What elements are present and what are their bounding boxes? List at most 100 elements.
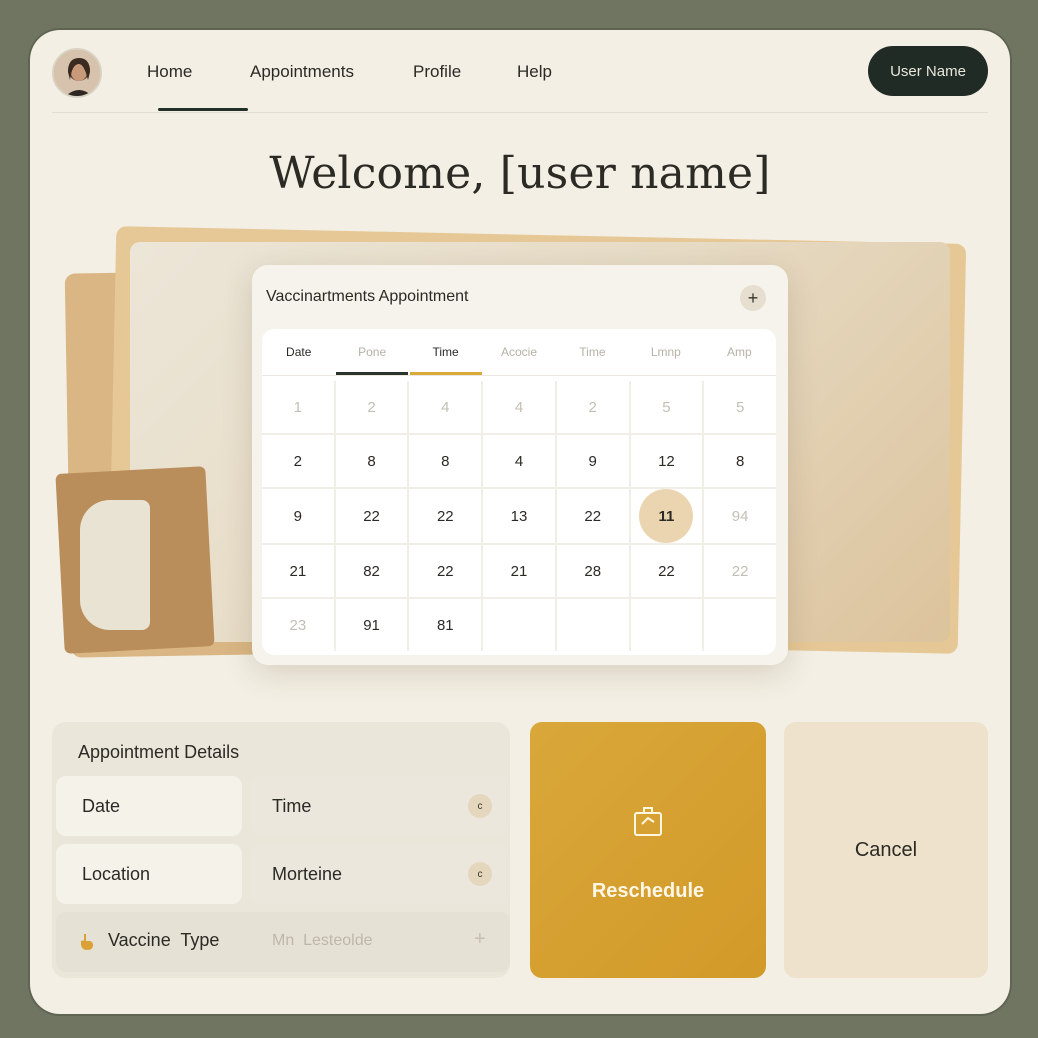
- calendar-column-header[interactable]: Acocie: [482, 329, 555, 375]
- calendar-day-cell[interactable]: 8: [335, 435, 408, 487]
- time-label: Time: [272, 795, 312, 816]
- calendar-day-cell[interactable]: 22: [704, 545, 776, 597]
- top-nav: Home Appointments Profile Help User Name: [30, 30, 1010, 113]
- calendar-day-number: 1: [293, 398, 303, 416]
- calendar-day-cell[interactable]: 2: [262, 435, 334, 487]
- selected-day-indicator[interactable]: 11: [639, 489, 694, 543]
- calendar-body: 1 2 4 4 2 5 5 2 8 8 4 9 12 8 9 22 22 13 22 11 94 21 82 22 21 28 22…: [262, 381, 776, 651]
- calendar-header-row: Date Pone Time Acocie Time Lmnp Amp: [262, 329, 776, 375]
- calendar-day-cell[interactable]: [704, 599, 776, 651]
- cancel-button[interactable]: Cancel: [784, 722, 988, 978]
- calendar-day-number: 5: [662, 398, 671, 416]
- calendar-day-cell[interactable]: 4: [483, 435, 555, 487]
- calendar-day-number: 22: [731, 562, 749, 580]
- calendar-day-cell[interactable]: [630, 599, 703, 651]
- app-frame: Home Appointments Profile Help User Name…: [30, 30, 1010, 1014]
- calendar-column-header[interactable]: Amp: [703, 329, 776, 375]
- reschedule-label: Reschedule: [591, 880, 705, 902]
- calendar-day-cell[interactable]: 22: [335, 489, 408, 543]
- calendar-day-number: 81: [436, 616, 454, 634]
- location-selector-icon[interactable]: c: [468, 862, 492, 886]
- knob-symbol: c: [477, 868, 483, 880]
- nav-help-link[interactable]: Help: [517, 62, 552, 82]
- avatar[interactable]: [52, 48, 102, 98]
- user-name-button[interactable]: User Name: [868, 46, 988, 96]
- calendar-day-cell[interactable]: 82: [335, 545, 408, 597]
- plus-icon: +: [747, 287, 759, 308]
- calendar-day-number: 21: [510, 562, 528, 580]
- calendar-day-number: 22: [363, 507, 380, 525]
- nav-home-link[interactable]: Home: [147, 62, 192, 82]
- add-appointment-button[interactable]: +: [740, 285, 766, 311]
- calendar-day-number: 8: [735, 452, 745, 470]
- calendar-day-cell[interactable]: 8: [704, 435, 776, 487]
- calendar-day-number: 22: [658, 562, 675, 580]
- calendar-day-number: 23: [289, 616, 307, 634]
- cancel-label: Cancel: [854, 838, 918, 861]
- calendar-column-header[interactable]: Date: [262, 329, 335, 375]
- calendar-day-cell[interactable]: 5: [704, 381, 776, 433]
- calendar-column-header[interactable]: Lmnp: [629, 329, 702, 375]
- calendar-column-header[interactable]: Pone: [335, 329, 408, 375]
- knob-symbol: c: [477, 800, 483, 812]
- welcome-heading: Welcome, [user name]: [269, 148, 771, 199]
- calendar-day-cell[interactable]: 22: [556, 489, 629, 543]
- calendar-day-cell[interactable]: 13: [483, 489, 555, 543]
- calendar-day-cell[interactable]: 22: [409, 545, 482, 597]
- calendar-day-number: 22: [584, 507, 602, 525]
- calendar-day-number: 9: [293, 507, 303, 525]
- calendar-day-cell[interactable]: [483, 599, 555, 651]
- calendar-day-cell[interactable]: 21: [483, 545, 555, 597]
- calendar-day-cell[interactable]: 2: [556, 381, 629, 433]
- appointment-details-panel: Appointment Details Date Time c Location…: [52, 722, 510, 978]
- calendar-column-header[interactable]: Time: [556, 329, 629, 375]
- calendar-day-number: 2: [293, 452, 303, 470]
- calendar-day-cell[interactable]: 22: [409, 489, 482, 543]
- calendar-day-cell[interactable]: 8: [409, 435, 482, 487]
- paper-decoration: [80, 500, 150, 630]
- calendar-column-header[interactable]: Time: [409, 329, 482, 375]
- calendar-day-number: 2: [367, 398, 376, 416]
- calendar-day-number: 9: [588, 452, 597, 470]
- calendar-title: Vaccinartments Appointment: [266, 288, 469, 305]
- vaccine-type-input[interactable]: Mn Lesteolde: [272, 932, 373, 950]
- calendar-day-cell[interactable]: 91: [335, 599, 408, 651]
- nav-divider: [52, 112, 988, 113]
- calendar-day-cell[interactable]: 4: [483, 381, 555, 433]
- calendar-day-cell[interactable]: 12: [630, 435, 703, 487]
- date-label: Date: [82, 795, 121, 816]
- location-field[interactable]: Location: [56, 844, 242, 904]
- details-title: Appointment Details: [78, 742, 240, 762]
- calendar-day-cell[interactable]: 94: [704, 489, 776, 543]
- calendar-day-cell[interactable]: 23: [262, 599, 334, 651]
- add-vaccine-icon[interactable]: +: [474, 928, 486, 951]
- nav-appointments-link[interactable]: Appointments: [250, 62, 354, 82]
- calendar-grid: Date Pone Time Acocie Time Lmnp Amp 1244…: [262, 329, 776, 655]
- calendar-day-cell[interactable]: 9: [556, 435, 629, 487]
- calendar-day-number: 82: [363, 562, 380, 580]
- vaccine-type-row[interactable]: Vaccine Type Mn Lesteolde +: [56, 912, 510, 972]
- nav-profile-link[interactable]: Profile: [413, 62, 461, 82]
- calendar-day-cell[interactable]: 81: [409, 599, 482, 651]
- active-tab-indicator: [158, 108, 248, 111]
- calendar-day-number: 91: [363, 616, 380, 634]
- calendar-day-cell[interactable]: 5: [630, 381, 703, 433]
- reschedule-button[interactable]: Reschedule: [530, 722, 766, 978]
- calendar-day-number: 8: [441, 452, 450, 470]
- calendar-day-cell[interactable]: 28: [556, 545, 629, 597]
- vaccine-type-label: Vaccine Type: [108, 930, 220, 950]
- date-field[interactable]: Date: [56, 776, 242, 836]
- avatar-photo-icon: [54, 50, 100, 96]
- calendar-day-cell[interactable]: 21: [262, 545, 334, 597]
- calendar-day-number: 94: [731, 507, 749, 525]
- calendar-day-cell[interactable]: 2: [335, 381, 408, 433]
- calendar-day-cell[interactable]: [556, 599, 629, 651]
- calendar-day-cell[interactable]: 4: [409, 381, 482, 433]
- calendar-day-number: 2: [588, 398, 597, 416]
- calendar-day-cell[interactable]: 11: [630, 489, 703, 543]
- vaccination-calendar-card: Vaccinartments Appointment + Date Pone T…: [252, 265, 788, 665]
- calendar-day-cell[interactable]: 1: [262, 381, 334, 433]
- calendar-day-cell[interactable]: 9: [262, 489, 334, 543]
- time-selector-icon[interactable]: c: [468, 794, 492, 818]
- calendar-day-cell[interactable]: 22: [630, 545, 703, 597]
